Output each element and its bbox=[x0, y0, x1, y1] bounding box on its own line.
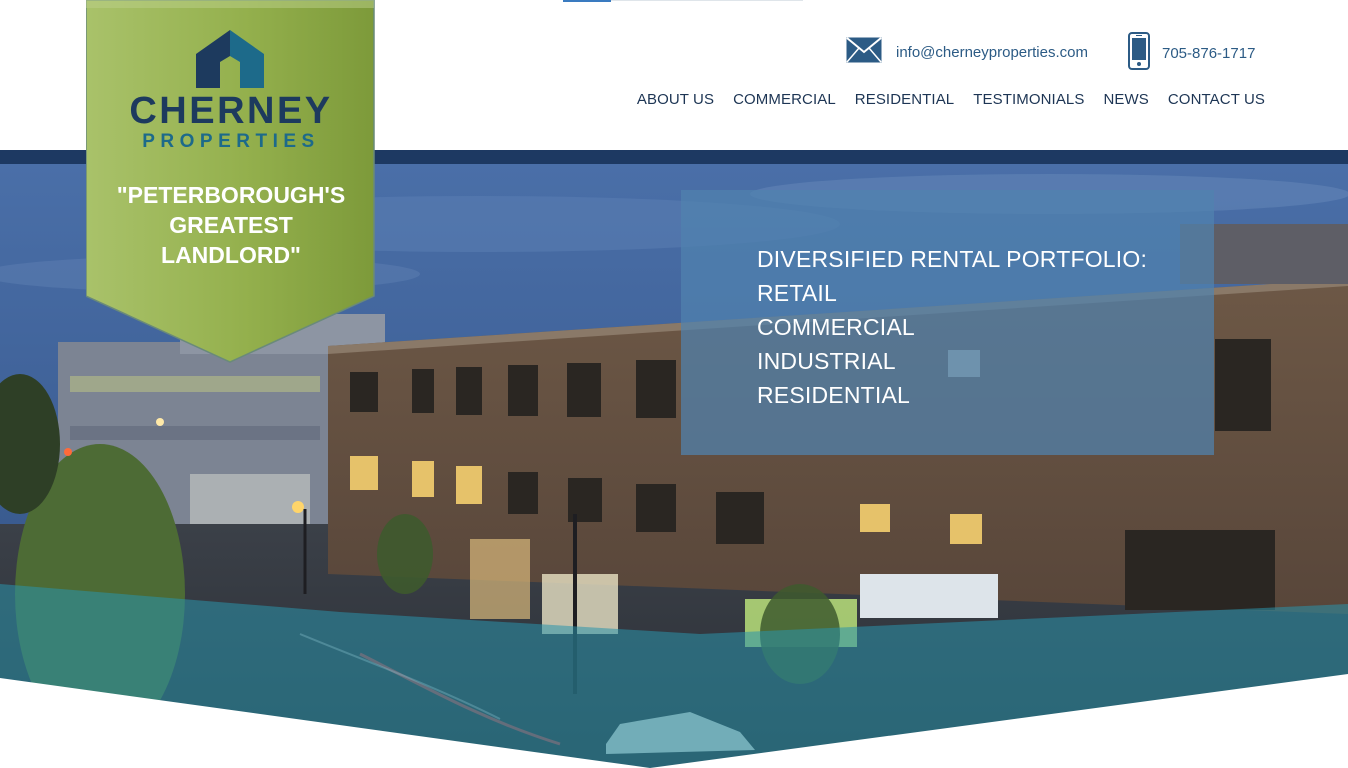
brand-subtitle: PROPERTIES bbox=[142, 131, 320, 152]
portfolio-info-box: DIVERSIFIED RENTAL PORTFOLIO: RETAIL COM… bbox=[681, 190, 1214, 455]
portfolio-residential: RESIDENTIAL bbox=[757, 382, 911, 408]
portfolio-retail: RETAIL bbox=[757, 280, 838, 306]
email-link[interactable]: info@cherneyproperties.com bbox=[846, 36, 1088, 68]
nav-contact-us[interactable]: CONTACT US bbox=[1168, 91, 1265, 108]
house-logo-icon bbox=[194, 28, 266, 97]
hero-bottom-curve bbox=[0, 674, 1348, 768]
mobile-phone-icon bbox=[1128, 31, 1150, 75]
tagline-line-2: GREATEST bbox=[169, 212, 293, 238]
nav-testimonials[interactable]: TESTIMONIALS bbox=[973, 91, 1084, 108]
nav-about-us[interactable]: ABOUT US bbox=[637, 91, 714, 108]
portfolio-heading: DIVERSIFIED RENTAL PORTFOLIO: bbox=[757, 246, 1148, 272]
envelope-icon bbox=[846, 36, 882, 68]
brand-tagline: "PETERBOROUGH'S GREATEST LANDLORD" bbox=[106, 180, 356, 270]
email-text: info@cherneyproperties.com bbox=[896, 43, 1088, 61]
tagline-line-3: LANDLORD" bbox=[161, 242, 301, 268]
portfolio-industrial: INDUSTRIAL bbox=[757, 348, 896, 374]
portfolio-commercial: COMMERCIAL bbox=[757, 314, 915, 340]
nav-news[interactable]: NEWS bbox=[1103, 91, 1148, 108]
nav-residential[interactable]: RESIDENTIAL bbox=[855, 91, 954, 108]
top-strip-accent bbox=[563, 0, 611, 2]
nav-commercial[interactable]: COMMERCIAL bbox=[733, 91, 836, 108]
logo-banner[interactable]: CHERNEY PROPERTIES "PETERBOROUGH'S GREAT… bbox=[86, 0, 376, 365]
phone-link[interactable]: 705-876-1717 bbox=[1128, 31, 1256, 75]
tagline-line-1: "PETERBOROUGH'S bbox=[116, 182, 346, 208]
main-nav: ABOUT US COMMERCIAL RESIDENTIAL TESTIMON… bbox=[637, 91, 1265, 108]
brand-name: CHERNEY bbox=[129, 90, 333, 132]
phone-text: 705-876-1717 bbox=[1162, 44, 1256, 62]
